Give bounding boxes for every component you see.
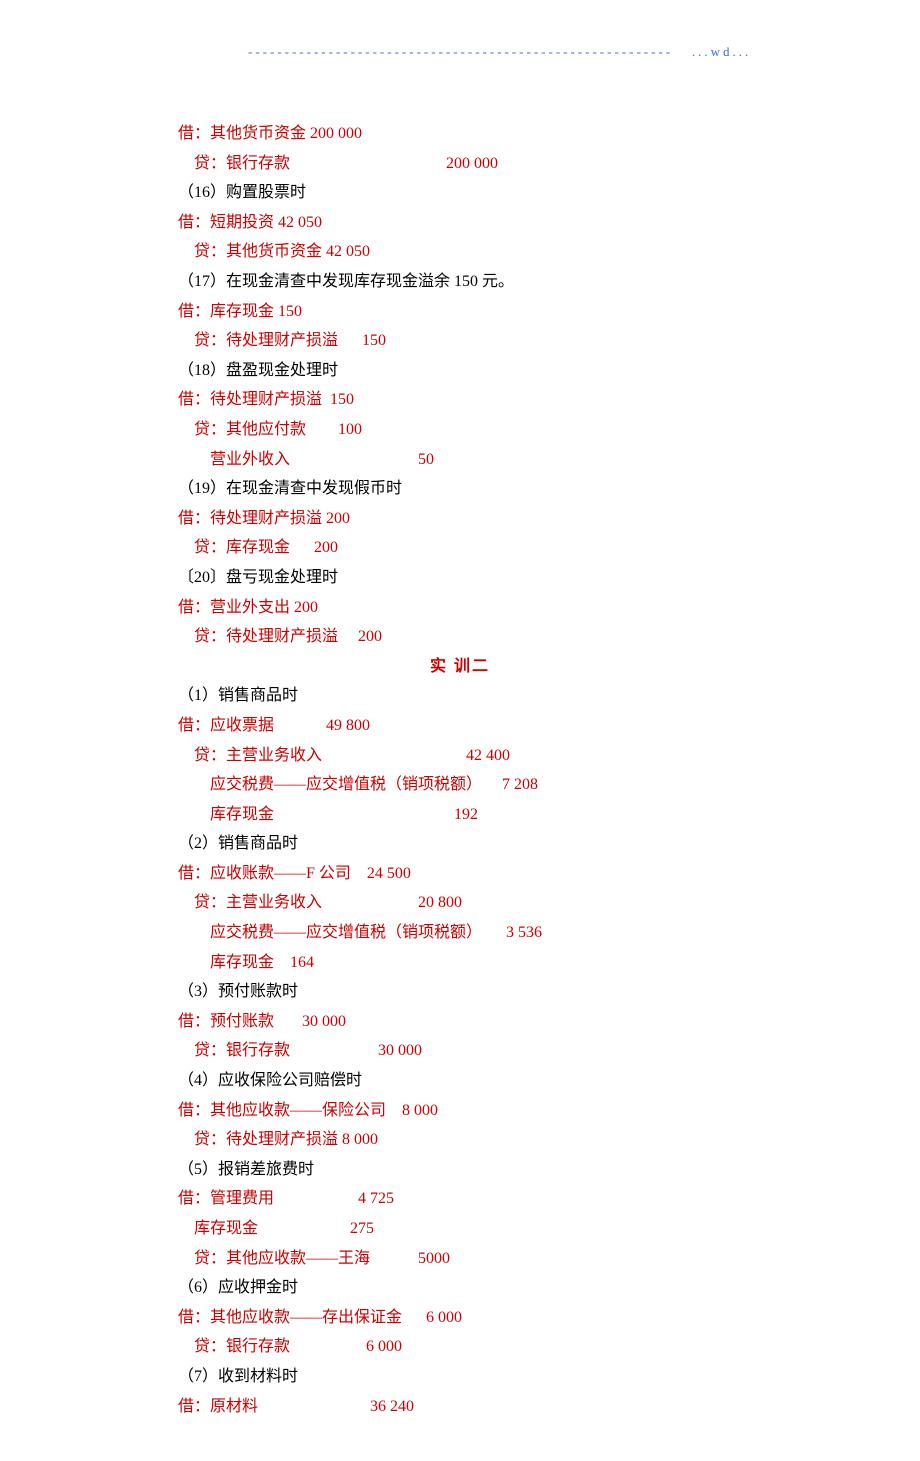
text-line: 借：待处理财产损溢 200 — [178, 504, 742, 534]
text-line: （2）销售商品时 — [178, 829, 742, 859]
text-line: （16）购置股票时 — [178, 178, 742, 208]
text-line: 借：其他应收款——存出保证金 6 000 — [178, 1303, 742, 1333]
text-line: 库存现金 192 — [178, 800, 742, 830]
text-line: 贷：待处理财产损溢 200 — [178, 622, 742, 652]
text-line: 借：应收票据 49 800 — [178, 711, 742, 741]
text-line: 借：其他货币资金 200 000 — [178, 119, 742, 149]
text-line: 应交税费——应交增值税（销项税额） 3 536 — [178, 918, 742, 948]
text-line: （1）销售商品时 — [178, 681, 742, 711]
text-line: （3）预付账款时 — [178, 977, 742, 1007]
text-line: 借：管理费用 4 725 — [178, 1184, 742, 1214]
text-line: 贷：主营业务收入 20 800 — [178, 888, 742, 918]
text-line: （17）在现金清查中发现库存现金溢余 150 元。 — [178, 267, 742, 297]
text-line: 应交税费——应交增值税（销项税额） 7 208 — [178, 770, 742, 800]
text-line: 贷：银行存款 30 000 — [178, 1036, 742, 1066]
text-line: 借：应收账款——F 公司 24 500 — [178, 859, 742, 889]
text-line: 借：库存现金 150 — [178, 297, 742, 327]
page-header: ----------------------------------------… — [248, 40, 742, 64]
text-line: 贷：库存现金 200 — [178, 533, 742, 563]
content-body: 借：其他货币资金 200 000 贷：银行存款 200 000（16）购置股票时… — [178, 119, 742, 1421]
text-line: 贷：其他应收款——王海 5000 — [178, 1244, 742, 1274]
text-line: （19）在现金清查中发现假币时 — [178, 474, 742, 504]
text-line: 借：营业外支出 200 — [178, 593, 742, 623]
text-line: 库存现金 164 — [178, 948, 742, 978]
text-line: 借：短期投资 42 050 — [178, 208, 742, 238]
text-line: 营业外收入 50 — [178, 445, 742, 475]
text-line: （6）应收押金时 — [178, 1273, 742, 1303]
text-line: 借：待处理财产损溢 150 — [178, 385, 742, 415]
text-line: 库存现金 275 — [178, 1214, 742, 1244]
text-line: 借：原材料 36 240 — [178, 1392, 742, 1422]
text-line: 贷：其他应付款 100 — [178, 415, 742, 445]
document-page: ----------------------------------------… — [0, 0, 920, 1461]
text-line: （7）收到材料时 — [178, 1362, 742, 1392]
text-line: 实 训二 — [178, 652, 742, 682]
text-line: （4）应收保险公司赔偿时 — [178, 1066, 742, 1096]
text-line: 贷：银行存款 200 000 — [178, 149, 742, 179]
text-line: 〔20〕盘亏现金处理时 — [178, 563, 742, 593]
text-line: 贷：银行存款 6 000 — [178, 1332, 742, 1362]
text-line: 借：其他应收款——保险公司 8 000 — [178, 1096, 742, 1126]
text-line: 贷：主营业务收入 42 400 — [178, 741, 742, 771]
text-line: 贷：待处理财产损溢 8 000 — [178, 1125, 742, 1155]
text-line: 借：预付账款 30 000 — [178, 1007, 742, 1037]
text-line: （5）报销差旅费时 — [178, 1155, 742, 1185]
text-line: 贷：待处理财产损溢 150 — [178, 326, 742, 356]
text-line: （18）盘盈现金处理时 — [178, 356, 742, 386]
text-line: 贷：其他货币资金 42 050 — [178, 237, 742, 267]
